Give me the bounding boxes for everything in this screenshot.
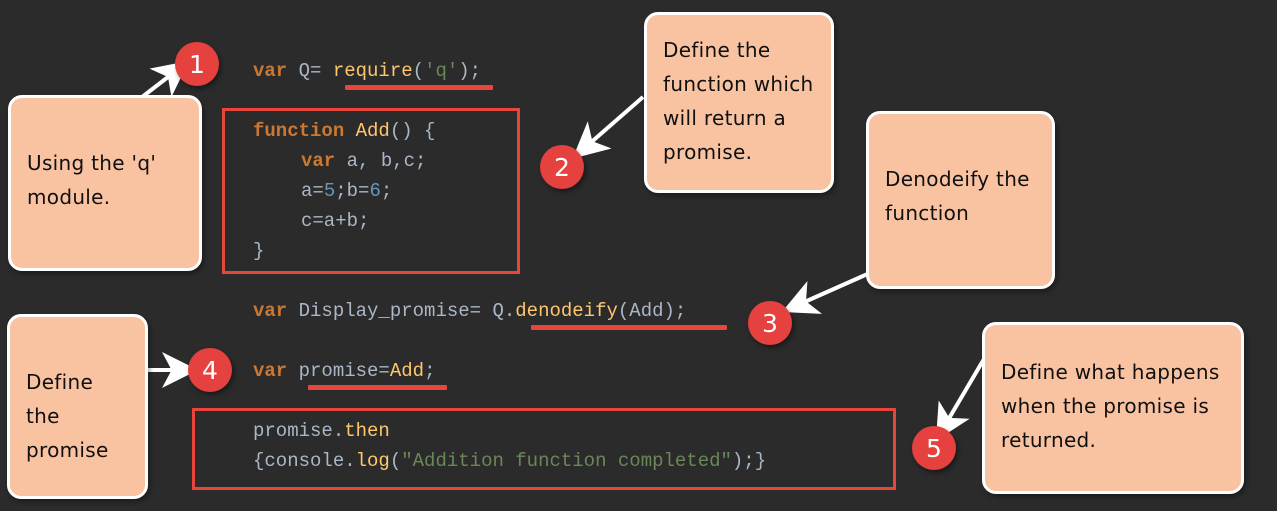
annotated-code-screenshot: var Q= require('q'); function Add() { va… bbox=[0, 0, 1277, 511]
step-marker-2-label: 2 bbox=[554, 152, 570, 182]
step-marker-1[interactable]: 1 bbox=[175, 42, 219, 86]
note-5-line-3: returned. bbox=[1001, 428, 1097, 452]
function-require: require bbox=[332, 60, 413, 82]
callout-note-5: Define what happens when the promise is … bbox=[982, 322, 1244, 494]
note-1-line-1: Using the 'q' bbox=[27, 151, 157, 175]
arrow-to-marker-3 bbox=[781, 270, 873, 314]
note-1-line-2: module. bbox=[27, 185, 111, 209]
callout-note-3: Denodeify the function bbox=[866, 111, 1055, 289]
identifier-q: Q= bbox=[287, 60, 333, 82]
keyword-var: var bbox=[253, 360, 288, 382]
step-marker-1-label: 1 bbox=[189, 49, 205, 79]
paren-close: ); bbox=[458, 60, 482, 82]
note-5-line-1: Define what happens bbox=[1001, 360, 1220, 384]
callout-note-4: Define the promise bbox=[7, 314, 148, 499]
identifier-display-promise: Display_promise= bbox=[287, 300, 493, 322]
note-2-line-2: function which bbox=[663, 72, 814, 96]
note-2-line-3: will return a bbox=[663, 106, 787, 130]
underline-promise-add bbox=[308, 385, 447, 390]
function-denodeify: denodeify bbox=[515, 300, 618, 322]
note-3-line-1: Denodeify the bbox=[885, 167, 1030, 191]
step-marker-2[interactable]: 2 bbox=[540, 145, 584, 189]
underline-denodeify bbox=[531, 325, 727, 330]
note-5-line-2: when the promise is bbox=[1001, 394, 1210, 418]
code-line-display-promise: var Display_promise= Q.denodeify(Add); bbox=[253, 296, 686, 326]
string-q: 'q' bbox=[424, 60, 459, 82]
reference-add: Add bbox=[389, 360, 425, 382]
object-q: Q. bbox=[492, 300, 516, 322]
note-2-line-4: promise. bbox=[663, 140, 753, 164]
step-marker-3-label: 3 bbox=[762, 308, 778, 338]
keyword-var: var bbox=[253, 60, 288, 82]
arrow-to-marker-5 bbox=[935, 357, 986, 441]
callout-note-1: Using the 'q' module. bbox=[8, 95, 202, 271]
callout-note-2: Define the function which will return a … bbox=[644, 12, 834, 193]
note-3-line-2: function bbox=[885, 201, 970, 225]
paren-open: ( bbox=[412, 60, 425, 82]
step-marker-4[interactable]: 4 bbox=[188, 348, 232, 392]
step-marker-3[interactable]: 3 bbox=[748, 301, 792, 345]
step-marker-5[interactable]: 5 bbox=[912, 426, 956, 470]
identifier-promise: promise= bbox=[287, 360, 390, 382]
highlight-box-promise-then bbox=[192, 408, 896, 490]
note-2-line-1: Define the bbox=[663, 38, 771, 62]
code-line-promise-add: var promise=Add; bbox=[253, 356, 435, 386]
highlight-box-function-add bbox=[222, 108, 520, 274]
step-marker-4-label: 4 bbox=[202, 355, 218, 385]
code-line-require: var Q= require('q'); bbox=[253, 56, 481, 86]
note-4-line-1: Define the bbox=[26, 370, 94, 428]
note-4-line-2: promise bbox=[26, 438, 109, 462]
semicolon: ; bbox=[424, 360, 436, 382]
underline-require bbox=[345, 85, 493, 90]
arrow-to-marker-2 bbox=[572, 95, 645, 159]
denodeify-args: (Add); bbox=[617, 300, 687, 322]
step-marker-5-label: 5 bbox=[926, 433, 942, 463]
keyword-var: var bbox=[253, 300, 288, 322]
